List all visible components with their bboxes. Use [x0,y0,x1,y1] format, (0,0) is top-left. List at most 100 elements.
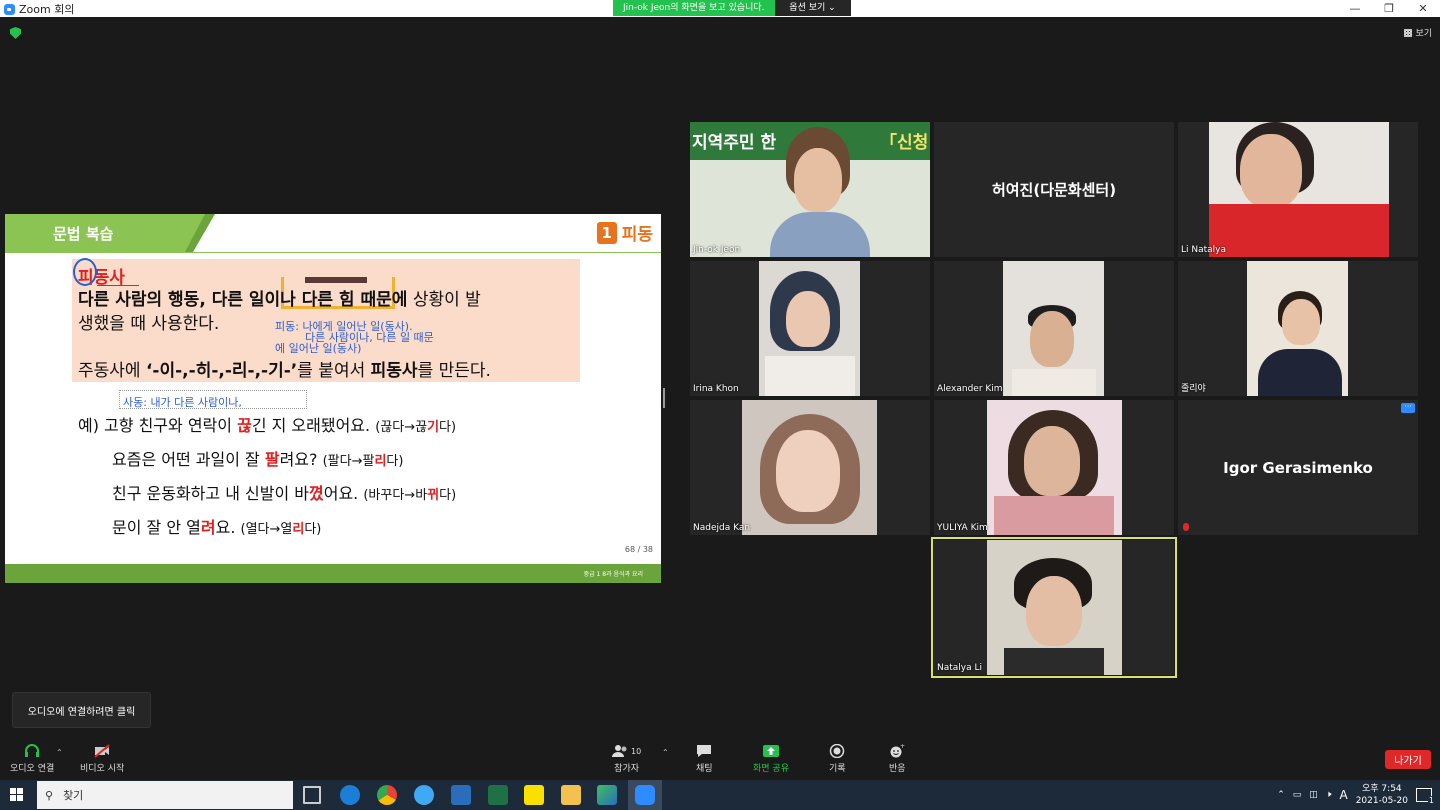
kakaotalk-icon[interactable] [524,785,544,805]
reactions-button[interactable]: + 반응 [889,744,906,774]
view-button-label: 보기 [1415,29,1432,39]
svg-text:+: + [900,744,905,750]
chrome-icon[interactable] [377,785,397,805]
zoom-app-icon [635,785,655,805]
video-tile-irina[interactable]: Irina Khon [690,261,930,396]
video-tile-nadejda[interactable]: Nadejda Kan [690,400,930,535]
slide-section-title: 문법 복습 [53,225,114,243]
photos-app-icon[interactable] [597,785,617,805]
definition-line3-post: 를 만든다. [417,361,491,381]
annotation-line4: 사동: 내가 다른 사람이나, [123,396,242,409]
shared-screen-slide[interactable]: 문법 복습 1 피동 피동사 다른 사람의 행동, 다른 일이나 다른 힘 때문… [5,214,661,583]
more-options-button[interactable]: ··· [1401,403,1415,413]
minimize-button[interactable]: — [1338,0,1372,17]
video-tile-yuliya[interactable]: YULIYA Kim [934,400,1174,535]
audio-options-caret[interactable]: ⌃ [56,748,63,757]
example-text: 문이 잘 안 열 [112,518,201,537]
screen-share-banner: Jin-ok Jeon의 화면을 보고 있습니다. 옵션 보기 ⌄ [613,0,851,16]
participant-body [1209,204,1389,257]
video-tile-juliya[interactable]: 줄리야 [1178,261,1418,396]
share-screen-button[interactable]: 화면 공유 [753,744,789,774]
slide-badge: 1 피동 [596,220,653,245]
ime-indicator[interactable]: A [1339,788,1347,802]
speaker-muted-icon[interactable]: 🕨 [1326,790,1332,800]
windows-start-icon[interactable] [10,788,24,802]
file-explorer-icon[interactable] [561,785,581,805]
record-button[interactable]: 기록 [829,744,846,774]
video-tile-li-natalya[interactable]: Li Natalya [1178,122,1418,257]
participant-name: Irina Khon [693,384,739,394]
definition-line3-mid: 를 붙여서 [297,361,371,381]
participant-body [994,496,1114,535]
audio-tooltip: 오디오에 연결하려면 클릭 [12,692,151,728]
example-text: 려요? [279,450,323,469]
pen-underline-annotation [97,285,139,286]
messenger-icon[interactable] [414,785,434,805]
participant-body [1004,648,1104,675]
example-note: (열다→열리다) [240,522,322,537]
start-video-button[interactable]: 비디오 시작 [80,744,124,774]
definition-line2: 생했을 때 사용한다. [78,314,220,334]
meeting-toolbar: 오디오 연결 ⌃ 비디오 시작 10 참가자 ⌃ 채팅 화면 공유 기록 + 반… [0,740,1440,780]
participant-name: Jin-ok Jeon [693,245,741,255]
participants-caret[interactable]: ⌃ [662,748,669,757]
slide-header-line [5,252,661,253]
task-view-icon[interactable] [303,786,321,804]
annotation-line3: 에 일어난 일(동사) [275,342,362,355]
excel-icon[interactable] [488,785,508,805]
chat-button[interactable]: 채팅 [696,744,713,774]
notification-count: 1 [1427,796,1435,805]
slide-footer-text: 중급 1 8과 음식과 요리 [583,571,643,578]
participant-face [794,148,842,212]
participant-name: YULIYA Kim [937,523,988,533]
record-label: 기록 [829,764,846,774]
view-button[interactable]: 보기 [1404,26,1432,39]
definition-bold: 다른 사람의 행동, 다른 일이나 다른 힘 때문에 [78,290,408,310]
tray-expand-icon[interactable]: ⌃ [1277,790,1285,800]
meet-now-icon[interactable]: ▭ [1293,790,1302,800]
video-tile-natalya-li[interactable]: Natalya Li [931,537,1177,678]
definition-line3-pre: 주동사에 [78,361,146,381]
maximize-button[interactable]: ❐ [1372,0,1406,17]
participants-button[interactable]: 10 참가자 [612,744,641,774]
taskbar-search-box[interactable]: ⚲ 찾기 [37,781,293,809]
close-button[interactable]: ✕ [1406,0,1440,17]
video-tile-igor[interactable]: Igor Gerasimenko ··· [1178,400,1418,535]
taskbar-clock[interactable]: 오후 7:54 2021-05-20 [1356,783,1408,807]
participant-name-large: Igor Gerasimenko [1223,458,1373,477]
example-text: 친구 운동화하고 내 신발이 바 [112,484,309,503]
join-audio-button[interactable]: 오디오 연결 [10,744,54,774]
emoji-reaction-icon: + [890,744,905,758]
leave-meeting-button[interactable]: 나가기 [1385,750,1431,769]
view-options-button[interactable]: 옵션 보기 ⌄ [774,0,851,16]
example-4: 문이 잘 안 열려요. (열다→열리다) [112,514,321,538]
slide-page-number: 68 / 38 [624,545,653,554]
windows-taskbar: ⚲ 찾기 ⌃ ▭ ◫ 🕨 A 오후 7:54 2021-05-20 1 [0,780,1440,810]
join-audio-label: 오디오 연결 [10,764,55,774]
participant-name-large: 허여진(다문화센터) [991,181,1117,199]
split-drag-handle[interactable] [663,388,665,408]
clock-date: 2021-05-20 [1355,796,1408,806]
zoom-logo-icon [4,3,15,15]
edge-browser-icon[interactable] [340,785,360,805]
share-screen-icon [762,745,779,757]
security-shield-icon[interactable] [10,27,21,39]
video-tile-heo[interactable]: 허여진(다문화센터) [934,122,1174,257]
example-text: 요. [215,518,241,537]
example-3: 친구 운동화하고 내 신발이 바꼈어요. (바꾸다→바뀌다) [112,480,456,504]
video-tile-alexander[interactable]: Alexander Kim [934,261,1174,396]
headphones-icon [25,744,40,757]
example-1: 예) 고향 친구와 연락이 끊긴 지 오래됐어요. (끊다→끊기다) [78,412,456,436]
start-video-label: 비디오 시작 [80,764,125,774]
network-icon[interactable]: ◫ [1309,790,1318,800]
window-controls: — ❐ ✕ [1338,0,1440,17]
chat-label: 채팅 [696,764,713,774]
notepad-app-icon[interactable] [451,785,471,805]
zoom-taskbar-item[interactable] [628,780,662,810]
video-tile-jin-ok[interactable]: 지역주민 한 「신청 Jin-ok Jeon [690,122,930,257]
notification-center-icon[interactable]: 1 [1416,788,1435,805]
window-title: Zoom 회의 [19,3,75,16]
participant-name: Li Natalya [1181,245,1227,255]
participant-face [1024,426,1080,496]
video-off-icon [94,744,110,758]
